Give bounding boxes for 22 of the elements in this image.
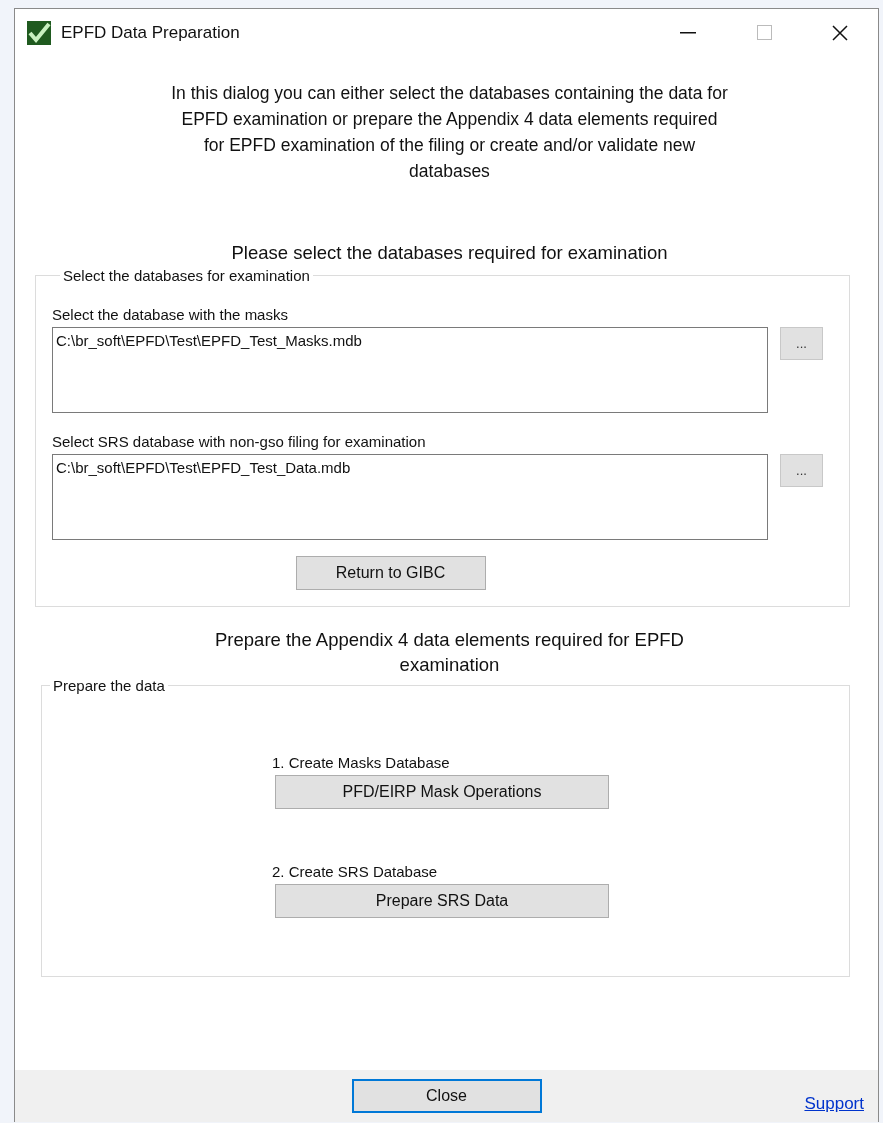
step-button[interactable]: PFD/EIRP Mask Operations	[275, 775, 609, 809]
group-legend: Prepare the data	[50, 677, 168, 694]
intro-text: In this dialog you can either select the databases containing the data for EPFD examination or prepare the Appendix 4 data elements required for EPFD examination of the filing or create and/or validate new databases	[170, 82, 729, 183]
window-title: EPFD Data Preparation	[61, 22, 241, 43]
return-button[interactable]: Return to GIBC	[295, 556, 486, 590]
support-link[interactable]: Support	[804, 1094, 864, 1114]
step-label: 1. Create Masks Database	[272, 754, 451, 771]
browse-button[interactable]: ...	[780, 454, 823, 487]
close-icon[interactable]	[832, 24, 848, 41]
field-label: Select the database with the masks	[52, 306, 289, 323]
section-heading: Prepare the Appendix 4 data elements required for EPFD examination	[214, 628, 685, 677]
close-button[interactable]: Close	[351, 1079, 542, 1113]
checkmark-icon	[27, 20, 51, 45]
path-field[interactable]: C:\br_soft\EPFD\Test\EPFD_Test_Data.mdb	[52, 454, 768, 540]
section-heading: Please select the databases required for examination	[230, 241, 669, 265]
step-button[interactable]: Prepare SRS Data	[275, 884, 609, 918]
browse-button[interactable]: ...	[780, 327, 823, 360]
step-label: 2. Create SRS Database	[272, 863, 439, 880]
minimize-icon[interactable]	[680, 31, 696, 34]
path-field[interactable]: C:\br_soft\EPFD\Test\EPFD_Test_Masks.mdb	[52, 327, 768, 413]
group-legend: Select the databases for examination	[60, 267, 313, 284]
field-label: Select SRS database with non-gso filing for examination	[52, 433, 427, 450]
